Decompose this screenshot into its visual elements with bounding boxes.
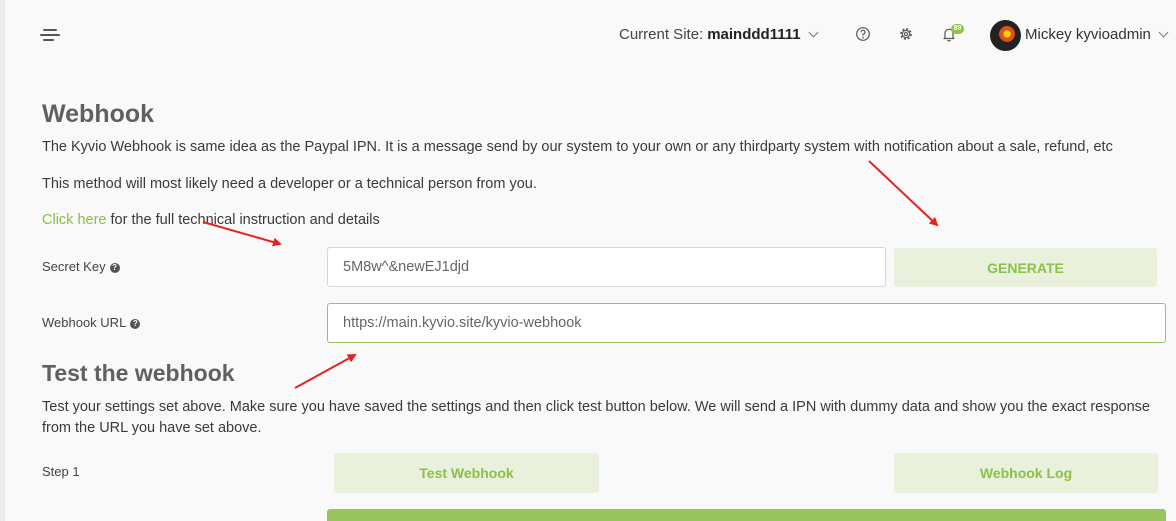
current-site-selector[interactable]: Current Site: mainddd1111: [619, 26, 819, 43]
avatar[interactable]: [990, 20, 1021, 51]
left-edge: [0, 0, 5, 521]
current-site-name: mainddd1111: [707, 26, 801, 43]
instruction-text: for the full technical instruction and d…: [106, 212, 380, 228]
chevron-down-icon: [1158, 27, 1169, 38]
user-menu[interactable]: Mickey kyvioadmin: [1025, 26, 1169, 43]
response-panel-top: [327, 509, 1166, 521]
annotation-arrow: [294, 354, 357, 389]
help-icon[interactable]: ?: [109, 263, 120, 273]
instructions-link[interactable]: Click here: [42, 212, 106, 228]
chevron-down-icon: [808, 27, 819, 38]
menu-toggle-icon[interactable]: [40, 26, 60, 44]
webhook-description: The Kyvio Webhook is same idea as the Pa…: [42, 139, 1113, 155]
gear-icon[interactable]: [898, 26, 914, 42]
user-name: Mickey kyvioadmin: [1025, 26, 1151, 43]
generate-button[interactable]: GENERATE: [894, 248, 1157, 287]
help-icon[interactable]: ?: [130, 319, 141, 329]
secret-key-label: Secret Key?: [42, 259, 120, 274]
test-webhook-button[interactable]: Test Webhook: [334, 453, 599, 493]
test-description: Test your settings set above. Make sure …: [42, 399, 1150, 436]
instruction-line: Click here for the full technical instru…: [42, 212, 380, 228]
secret-key-label-text: Secret Key: [42, 259, 106, 274]
webhook-log-button[interactable]: Webhook Log: [894, 453, 1158, 493]
notification-badge: 89: [951, 24, 964, 34]
annotation-arrow: [868, 160, 939, 227]
top-header: Current Site: mainddd1111 89 Mickey kyvio…: [0, 0, 1176, 70]
test-section-title: Test the webhook: [42, 360, 235, 386]
webhook-url-field[interactable]: https://main.kyvio.site/kyvio-webhook: [327, 303, 1166, 343]
secret-key-field[interactable]: 5M8w^&newEJ1djd: [327, 247, 886, 287]
page-title: Webhook: [42, 100, 155, 128]
webhook-url-label: Webhook URL?: [42, 315, 141, 330]
help-icon[interactable]: [855, 26, 871, 42]
current-site-label: Current Site:: [619, 26, 704, 43]
developer-note: This method will most likely need a deve…: [42, 176, 537, 192]
step-label: Step 1: [42, 464, 80, 479]
webhook-url-label-text: Webhook URL: [42, 315, 127, 330]
